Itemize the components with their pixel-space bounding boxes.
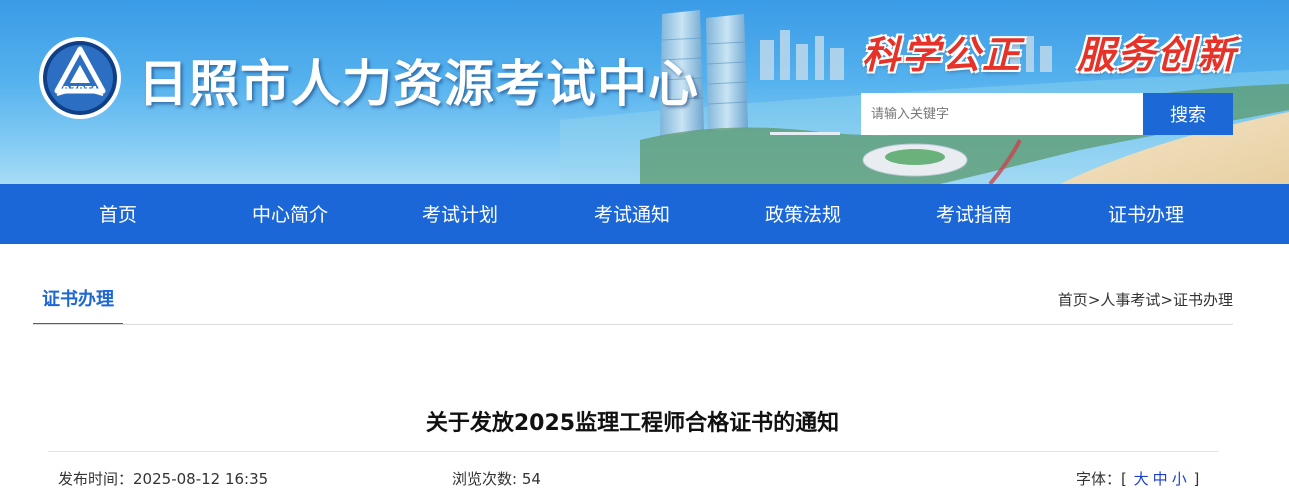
site-title: 日照市人力资源考试中心 [138,55,699,113]
slogan-right: 服务创新 [1077,32,1238,77]
publish-time-label: 发布时间： [58,470,134,488]
site-logo[interactable]: RZPTA [37,35,123,121]
breadcrumb-personnel-exam[interactable]: 人事考试 [1100,291,1160,309]
nav-item-exam-guide[interactable]: 考试指南 [936,184,1012,244]
logo-emblem-icon [39,37,121,119]
breadcrumb: 首页>人事考试>证书办理 [1058,289,1233,310]
slogan-left: 科学公正 [862,32,1023,77]
breadcrumb-separator: > [1087,291,1101,309]
view-count-value: 54 [521,470,541,488]
header-banner: RZPTA 日照市人力资源考试中心 科学公正 服务创新 搜索 [0,0,1289,184]
nav-item-policy[interactable]: 政策法规 [765,184,841,244]
font-bracket-close: ] [1193,470,1200,488]
publish-time-value: 2025-08-12 16:35 [133,470,269,488]
section-divider [33,324,1233,325]
font-size-label: 字体： [1076,470,1122,488]
nav-item-exam-notice[interactable]: 考试通知 [594,184,670,244]
nav-item-about[interactable]: 中心简介 [252,184,328,244]
nav-item-certificate[interactable]: 证书办理 [1108,184,1184,244]
logo-text: RZPTA [61,85,99,96]
publish-time: 发布时间：2025-08-12 16:35 [58,468,268,489]
search-input[interactable] [861,93,1143,135]
font-size-medium[interactable]: 中 [1151,470,1170,488]
font-size-small[interactable]: 小 [1170,470,1189,488]
font-size-large[interactable]: 大 [1132,470,1151,488]
view-count: 浏览次数: 54 [452,468,541,489]
article-title: 关于发放2025监理工程师合格证书的通知 [425,411,840,436]
section-title: 证书办理 [33,285,123,325]
main-nav: 首页 中心简介 考试计划 考试通知 政策法规 考试指南 证书办理 [0,184,1289,244]
search-bar: 搜索 [861,93,1233,135]
breadcrumb-home[interactable]: 首页 [1058,291,1088,309]
search-button[interactable]: 搜索 [1143,93,1233,135]
font-bracket-open: [ [1121,470,1127,488]
nav-item-home[interactable]: 首页 [99,184,137,244]
nav-item-exam-plan[interactable]: 考试计划 [422,184,498,244]
font-size-switcher: 字体：[ 大中小 ] [1076,468,1199,489]
view-count-label: 浏览次数: [452,470,518,488]
breadcrumb-certificate[interactable]: 证书办理 [1173,291,1233,309]
article-divider [48,451,1218,452]
breadcrumb-separator: > [1160,291,1173,309]
